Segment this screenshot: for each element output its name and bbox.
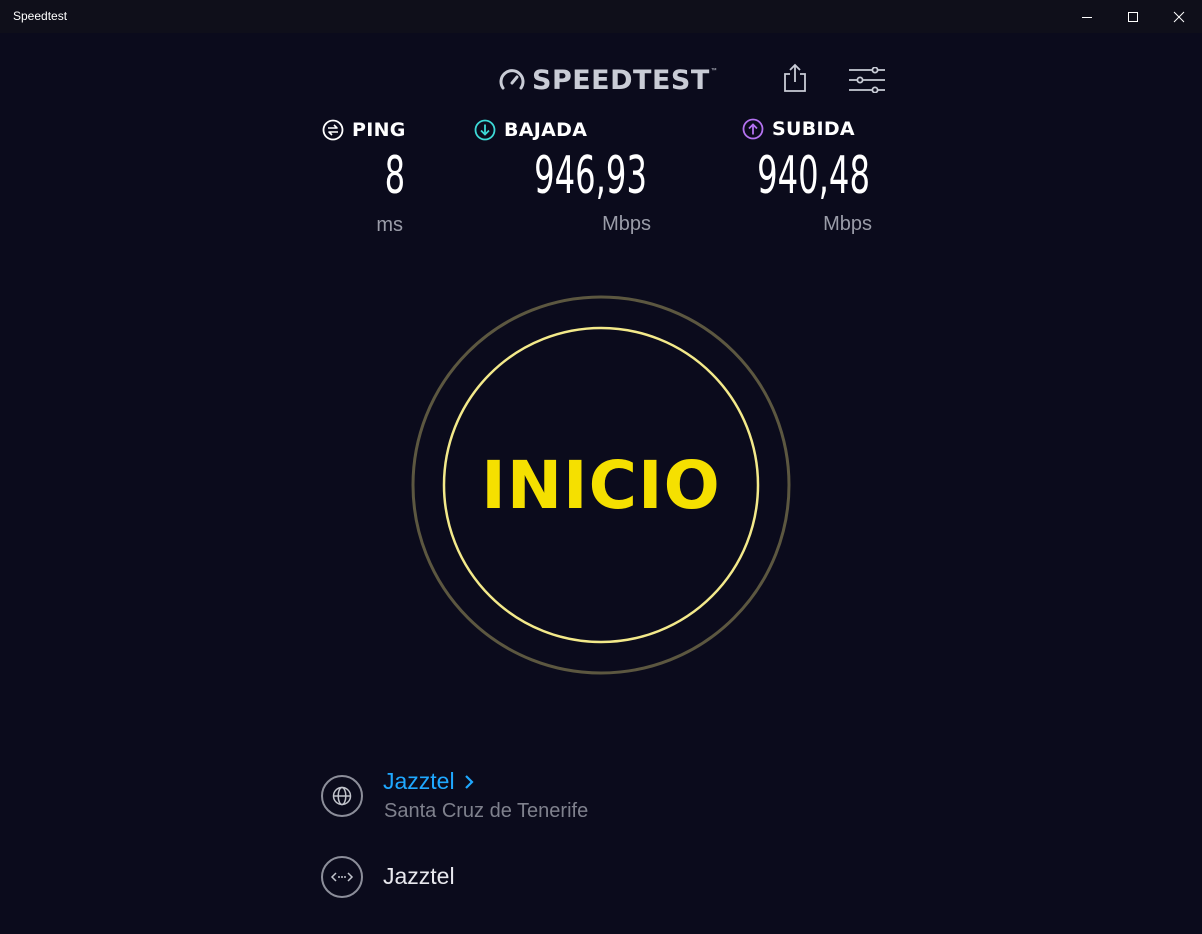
close-button[interactable] bbox=[1156, 0, 1202, 33]
settings-button[interactable] bbox=[848, 66, 886, 98]
server-name[interactable]: Jazztel bbox=[383, 863, 455, 890]
minimize-button[interactable] bbox=[1064, 0, 1110, 33]
upload-header: SUBIDA bbox=[742, 118, 855, 140]
server-icon-circle bbox=[321, 856, 363, 898]
app-content: SPEEDTEST ™ PING 8 ms BAJADA 946,93 Mbps… bbox=[0, 33, 1202, 934]
download-arrow-icon bbox=[474, 119, 496, 141]
share-button[interactable] bbox=[782, 63, 808, 98]
ping-icon bbox=[322, 119, 344, 141]
server-icon-wrapper bbox=[321, 856, 363, 898]
download-label: BAJADA bbox=[504, 119, 588, 141]
maximize-icon bbox=[1128, 11, 1138, 22]
upload-label: SUBIDA bbox=[772, 118, 855, 140]
settings-sliders-icon bbox=[849, 66, 885, 94]
ping-unit: ms bbox=[376, 214, 403, 236]
chevron-right-icon bbox=[464, 774, 474, 789]
ping-value: 8 bbox=[384, 146, 405, 206]
globe-icon bbox=[332, 786, 352, 806]
window-title: Speedtest bbox=[13, 9, 68, 23]
speedtest-logo: SPEEDTEST ™ bbox=[498, 65, 717, 96]
isp-location: Santa Cruz de Tenerife bbox=[384, 800, 589, 822]
maximize-button[interactable] bbox=[1110, 0, 1156, 33]
upload-arrow-icon bbox=[742, 118, 764, 140]
trademark-mark: ™ bbox=[710, 67, 717, 74]
share-icon bbox=[784, 63, 806, 92]
download-unit: Mbps bbox=[602, 213, 651, 235]
logo-text: SPEEDTEST bbox=[532, 65, 710, 96]
upload-unit: Mbps bbox=[823, 213, 872, 235]
isp-icon-wrapper bbox=[321, 775, 363, 817]
minimize-icon bbox=[1082, 16, 1092, 18]
app-window: Speedtest SPEEDTEST ™ PING 8 ms BAJADA 9… bbox=[0, 0, 1202, 934]
download-value: 946,93 bbox=[534, 146, 647, 206]
globe-icon-circle bbox=[321, 775, 363, 817]
server-icon bbox=[330, 872, 354, 882]
download-header: BAJADA bbox=[474, 119, 587, 141]
speedometer-icon bbox=[499, 68, 525, 89]
isp-link[interactable]: Jazztel bbox=[383, 768, 477, 795]
ping-label: PING bbox=[352, 119, 406, 141]
upload-value: 940,48 bbox=[757, 146, 870, 206]
close-icon bbox=[1173, 11, 1185, 22]
title-bar[interactable]: Speedtest bbox=[0, 0, 1202, 33]
ping-header: PING bbox=[322, 119, 406, 141]
start-test-button[interactable]: INICIO bbox=[443, 327, 759, 643]
isp-name: Jazztel bbox=[383, 768, 455, 794]
start-test-label: INICIO bbox=[481, 446, 721, 524]
